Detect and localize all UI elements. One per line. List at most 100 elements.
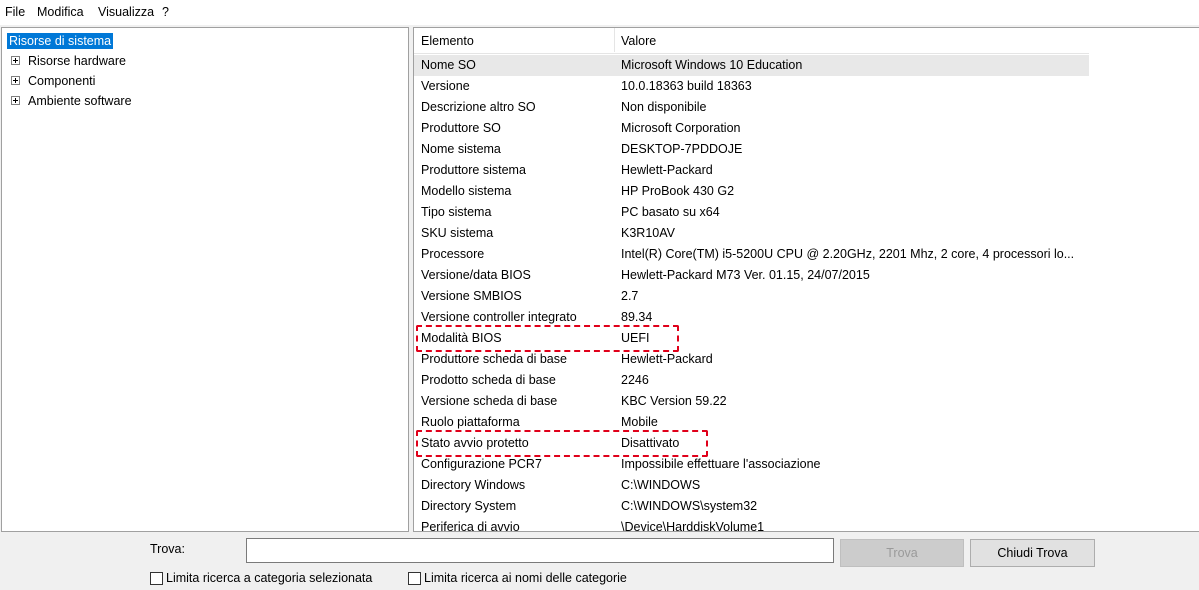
list-rows: Nome SO Microsoft Windows 10 Education Ver… <box>414 55 1199 532</box>
row-value-cell: Microsoft Corporation <box>621 121 741 135</box>
find-input[interactable] <box>246 538 834 563</box>
table-row[interactable]: Versione controller integrato 89.34 <box>414 307 1089 328</box>
row-value-cell: Intel(R) Core(TM) i5-5200U CPU @ 2.20GHz… <box>621 247 1075 261</box>
row-value-cell: C:\WINDOWS <box>621 478 701 492</box>
row-element-cell: Produttore scheda di base <box>421 352 567 366</box>
tree-item-label: Componenti <box>28 74 96 88</box>
row-value-cell: \Device\HarddiskVolume1 <box>621 520 765 532</box>
row-value-cell: 89.34 <box>621 310 653 324</box>
row-value-cell: HP ProBook 430 G2 <box>621 184 735 198</box>
table-row[interactable]: Periferica di avvio \Device\HarddiskVolum… <box>414 517 1089 532</box>
row-value-cell: Impossibile effettuare l'associazione <box>621 457 821 471</box>
row-element-cell: Descrizione altro SO <box>421 100 536 114</box>
checkbox-box[interactable] <box>150 572 163 585</box>
row-element-cell: SKU sistema <box>421 226 494 240</box>
column-header-element[interactable]: Elemento <box>421 34 474 48</box>
row-element-cell: Periferica di avvio <box>421 520 520 532</box>
row-element-cell: Versione/data BIOS <box>421 268 531 282</box>
table-row[interactable]: Stato avvio protetto Disattivato <box>414 433 1089 454</box>
category-tree[interactable]: Risorse di sistema Risorse hardware Comp… <box>1 27 409 532</box>
column-divider[interactable] <box>614 28 615 52</box>
row-element-cell: Configurazione PCR7 <box>421 457 542 471</box>
list-header: Elemento Valore <box>414 28 1089 54</box>
tree-item-system-summary[interactable]: Risorse di sistema <box>7 32 114 50</box>
tree-item-components[interactable]: Componenti <box>11 72 96 90</box>
table-row[interactable]: Directory Windows C:\WINDOWS <box>414 475 1089 496</box>
table-row[interactable]: Versione 10.0.18363 build 18363 <box>414 76 1089 97</box>
checkbox-label: Limita ricerca ai nomi delle categorie <box>424 571 627 585</box>
row-element-cell: Directory System <box>421 499 517 513</box>
menu-visualizza[interactable]: Visualizza <box>98 5 154 19</box>
find-bar: Trova: Trova Chiudi Trova Limita ricerca… <box>0 532 1199 590</box>
close-find-button[interactable]: Chiudi Trova <box>970 539 1095 567</box>
row-element-cell: Tipo sistema <box>421 205 492 219</box>
row-element-cell: Produttore sistema <box>421 163 526 177</box>
row-value-cell: UEFI <box>621 331 650 345</box>
table-row[interactable]: Modalità BIOS UEFI <box>414 328 1089 349</box>
row-element-cell: Ruolo piattaforma <box>421 415 520 429</box>
table-row[interactable]: Descrizione altro SO Non disponibile <box>414 97 1089 118</box>
table-row[interactable]: Prodotto scheda di base 2246 <box>414 370 1089 391</box>
row-element-cell: Stato avvio protetto <box>421 436 529 450</box>
menu-modifica[interactable]: Modifica <box>37 5 84 19</box>
table-row[interactable]: Tipo sistema PC basato su x64 <box>414 202 1089 223</box>
row-element-cell: Versione controller integrato <box>421 310 577 324</box>
table-row[interactable]: Processore Intel(R) Core(TM) i5-5200U CPU… <box>414 244 1089 265</box>
table-row[interactable]: Produttore scheda di base Hewlett-Packard <box>414 349 1089 370</box>
row-value-cell: Microsoft Windows 10 Education <box>621 58 803 72</box>
menu-bar: File Modifica Visualizza ? <box>0 0 1199 25</box>
row-element-cell: Modalità BIOS <box>421 331 502 345</box>
row-element-cell: Versione SMBIOS <box>421 289 522 303</box>
row-value-cell: Hewlett-Packard <box>621 352 713 366</box>
table-row[interactable]: Produttore SO Microsoft Corporation <box>414 118 1089 139</box>
table-row[interactable]: Directory System C:\WINDOWS\system32 <box>414 496 1089 517</box>
row-element-cell: Nome SO <box>421 58 476 72</box>
row-value-cell: Hewlett-Packard <box>621 163 713 177</box>
row-element-cell: Modello sistema <box>421 184 512 198</box>
row-element-cell: Versione scheda di base <box>421 394 558 408</box>
table-row[interactable]: Versione/data BIOS Hewlett-Packard M73 Ve… <box>414 265 1089 286</box>
row-value-cell: 2246 <box>621 373 649 387</box>
table-row[interactable]: Versione scheda di base KBC Version 59.22 <box>414 391 1089 412</box>
table-row[interactable]: Produttore sistema Hewlett-Packard <box>414 160 1089 181</box>
table-row[interactable]: Versione SMBIOS 2.7 <box>414 286 1089 307</box>
row-element-cell: Nome sistema <box>421 142 501 156</box>
find-label: Trova: <box>150 542 185 556</box>
tree-item-software-environment[interactable]: Ambiente software <box>11 92 132 110</box>
row-value-cell: DESKTOP-7PDDOJE <box>621 142 743 156</box>
row-value-cell: Disattivato <box>621 436 680 450</box>
row-value-cell: KBC Version 59.22 <box>621 394 727 408</box>
checkbox-label: Limita ricerca a categoria selezionata <box>166 571 373 585</box>
row-value-cell: 2.7 <box>621 289 639 303</box>
menu-file[interactable]: File <box>5 5 25 19</box>
tree-item-label: Ambiente software <box>28 94 132 108</box>
table-row[interactable]: Modello sistema HP ProBook 430 G2 <box>414 181 1089 202</box>
row-value-cell: Non disponibile <box>621 100 707 114</box>
expand-icon[interactable] <box>11 56 20 65</box>
table-row[interactable]: Configurazione PCR7 Impossibile effettuar… <box>414 454 1089 475</box>
expand-icon[interactable] <box>11 96 20 105</box>
tree-item-label: Risorse di sistema <box>7 33 114 49</box>
details-list[interactable]: Elemento Valore Nome SO Microsoft Windows… <box>413 27 1199 532</box>
row-element-cell: Directory Windows <box>421 478 526 492</box>
row-element-cell: Produttore SO <box>421 121 501 135</box>
checkbox-box[interactable] <box>408 572 421 585</box>
table-row[interactable]: Nome sistema DESKTOP-7PDDOJE <box>414 139 1089 160</box>
expand-icon[interactable] <box>11 76 20 85</box>
row-value-cell: Hewlett-Packard M73 Ver. 01.15, 24/07/20… <box>621 268 870 282</box>
column-header-value[interactable]: Valore <box>621 34 656 48</box>
row-value-cell: 10.0.18363 build 18363 <box>621 79 752 93</box>
table-row[interactable]: Nome SO Microsoft Windows 10 Education <box>414 55 1089 76</box>
row-value-cell: K3R10AV <box>621 226 675 240</box>
find-button[interactable]: Trova <box>840 539 964 567</box>
row-element-cell: Versione <box>421 79 470 93</box>
row-value-cell: Mobile <box>621 415 658 429</box>
row-element-cell: Prodotto scheda di base <box>421 373 556 387</box>
menu-help[interactable]: ? <box>162 5 169 19</box>
row-value-cell: PC basato su x64 <box>621 205 720 219</box>
row-value-cell: C:\WINDOWS\system32 <box>621 499 758 513</box>
table-row[interactable]: Ruolo piattaforma Mobile <box>414 412 1089 433</box>
tree-item-hardware-resources[interactable]: Risorse hardware <box>11 52 126 70</box>
table-row[interactable]: SKU sistema K3R10AV <box>414 223 1089 244</box>
tree-item-label: Risorse hardware <box>28 54 126 68</box>
